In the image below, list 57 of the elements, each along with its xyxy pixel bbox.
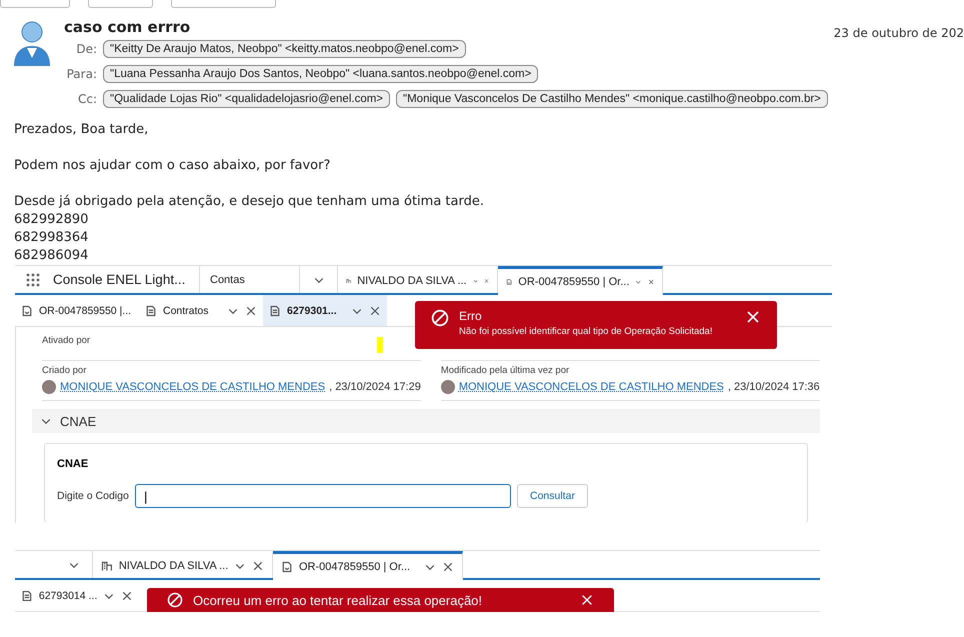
close-icon bbox=[580, 593, 594, 607]
close-icon bbox=[369, 304, 381, 316]
card-title: CNAE bbox=[57, 458, 90, 470]
close-icon bbox=[245, 304, 257, 316]
recipient-chip[interactable]: "Monique Vasconcelos De Castilho Mendes" <monique.castilho@neobpo.com.br> bbox=[396, 90, 828, 108]
toolbar-button[interactable] bbox=[88, 0, 153, 8]
body-text: 682992890 bbox=[14, 211, 90, 229]
body-text: Prezados, Boa tarde, bbox=[14, 121, 150, 139]
consult-button[interactable]: Consultar bbox=[517, 484, 588, 508]
email-date: 23 de outubro de 202 bbox=[834, 26, 964, 40]
field-label: Modificado pela última vez por bbox=[440, 365, 570, 376]
code-input-field[interactable]: | bbox=[135, 484, 511, 508]
recipient-chip[interactable]: "Luana Pessanha Araujo Dos Santos, Neobpo" <luana.santos.neobpo@enel.com> bbox=[103, 65, 538, 83]
toast-title: Erro bbox=[459, 309, 483, 323]
body-text: 682998364 bbox=[14, 229, 90, 247]
field-label: Digite o Codigo bbox=[57, 490, 129, 502]
timestamp: , 23/10/2024 17:29 bbox=[329, 381, 421, 393]
prohibited-icon bbox=[431, 309, 449, 327]
field-label: Criado por bbox=[42, 365, 86, 376]
recipient-chip[interactable]: "Qualidade Lojas Rio" <qualidadelojasrio@enel.com> bbox=[103, 90, 390, 108]
toast-message: Ocorreu um erro ao tentar realizar essa operação! bbox=[193, 592, 484, 608]
toolbar-button[interactable] bbox=[0, 0, 70, 8]
app-grid-icon bbox=[25, 272, 41, 288]
body-text: Podem nos ajudar com o caso abaixo, por favor? bbox=[14, 157, 332, 175]
subtab[interactable]: 6279301... bbox=[263, 295, 387, 326]
app-name: Console ENEL Light... bbox=[53, 272, 186, 287]
document-icon bbox=[269, 304, 281, 316]
workspace-tab[interactable]: OR-0047859550 | Or... bbox=[273, 551, 463, 580]
recipient-chip[interactable]: "Keitty De Araujo Matos, Neobpo" <keitty.matos.neobpo@enel.com> bbox=[103, 40, 466, 58]
building-icon bbox=[101, 560, 113, 572]
toast-message: Não foi possível identificar qual tipo de Operação Solicitada! bbox=[459, 326, 714, 337]
close-icon bbox=[252, 560, 264, 572]
highlight-mark bbox=[377, 337, 383, 353]
close-icon bbox=[121, 590, 134, 602]
user-link[interactable]: MONIQUE VASCONCELOS DE CASTILHO MENDES bbox=[458, 381, 724, 393]
prohibited-icon bbox=[167, 592, 183, 608]
body-text: 682986094 bbox=[14, 247, 90, 265]
header-label: Cc: bbox=[76, 92, 97, 106]
header-label: Para: bbox=[66, 67, 97, 81]
document-icon bbox=[21, 590, 33, 602]
document-cycle-icon bbox=[21, 304, 33, 316]
close-icon bbox=[745, 309, 761, 325]
toolbar-button[interactable] bbox=[171, 0, 276, 8]
document-cycle-icon bbox=[281, 561, 293, 573]
user-avatar bbox=[440, 380, 455, 394]
body-text: Desde já obrigado pela atenção, e desejo que tenham uma ótima tarde. bbox=[14, 193, 485, 211]
user-avatar bbox=[42, 380, 56, 394]
workspace-tab[interactable]: OR-0047859550 | Or... bbox=[498, 266, 663, 295]
close-icon bbox=[442, 561, 454, 573]
nav-item[interactable]: Contas bbox=[200, 266, 300, 293]
document-icon bbox=[145, 304, 157, 316]
field-label: Ativado por bbox=[42, 335, 90, 346]
header-label: De: bbox=[75, 42, 97, 56]
user-link[interactable]: MONIQUE VASCONCELOS DE CASTILHO MENDES bbox=[60, 381, 326, 393]
timestamp: , 23/10/2024 17:36 bbox=[728, 381, 820, 393]
section-header[interactable]: CNAE bbox=[32, 409, 820, 433]
email-subject: caso com errro bbox=[64, 18, 190, 36]
